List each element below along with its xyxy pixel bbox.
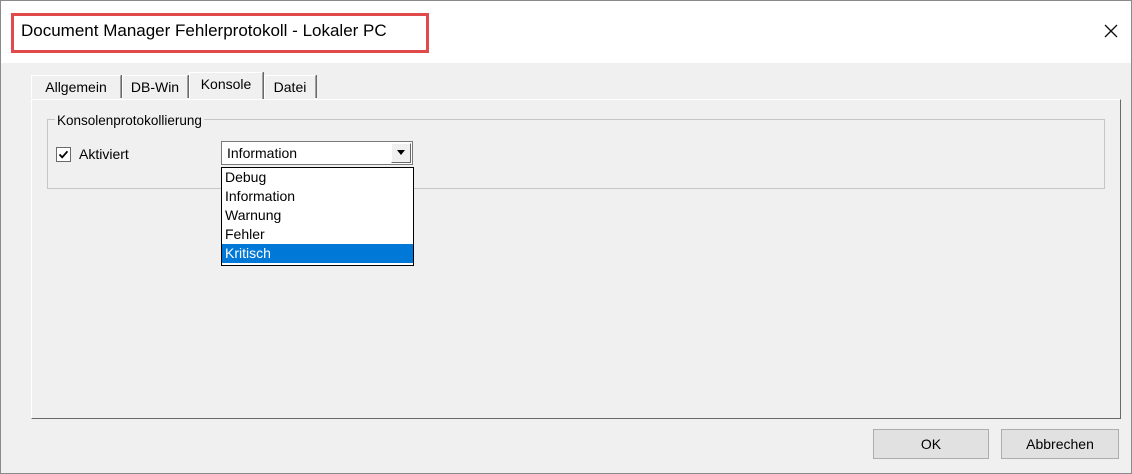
tab-allgemein[interactable]: Allgemein <box>31 75 121 98</box>
dropdown-arrow-button[interactable] <box>391 143 411 163</box>
option-warnung[interactable]: Warnung <box>222 206 413 225</box>
ok-button[interactable]: OK <box>873 429 989 459</box>
select-value: Information <box>227 145 298 161</box>
group-legend: Konsolenprotokollierung <box>55 113 204 128</box>
close-icon[interactable] <box>1099 19 1123 43</box>
option-information[interactable]: Information <box>222 187 413 206</box>
log-level-dropdown-list: Debug Information Warnung Fehler Kritisc… <box>221 167 414 266</box>
option-fehler[interactable]: Fehler <box>222 225 413 244</box>
dialog-window: Document Manager Fehlerprotokoll - Lokal… <box>0 0 1132 474</box>
cancel-button[interactable]: Abbrechen <box>1001 429 1119 459</box>
checkmark-icon <box>58 150 69 159</box>
enabled-checkbox[interactable] <box>56 147 71 162</box>
option-kritisch[interactable]: Kritisch <box>222 244 413 263</box>
log-level-select[interactable]: Information <box>221 141 413 165</box>
tab-datei[interactable]: Datei <box>264 75 316 98</box>
title-bar: Document Manager Fehlerprotokoll - Lokal… <box>1 1 1131 63</box>
tab-db-win[interactable]: DB-Win <box>122 75 188 98</box>
enabled-label: Aktiviert <box>79 146 129 162</box>
window-title: Document Manager Fehlerprotokoll - Lokal… <box>21 21 387 40</box>
tab-konsole[interactable]: Konsole <box>189 72 263 99</box>
option-debug[interactable]: Debug <box>222 168 413 187</box>
chevron-down-icon <box>397 150 405 155</box>
console-logging-group <box>47 119 1105 189</box>
